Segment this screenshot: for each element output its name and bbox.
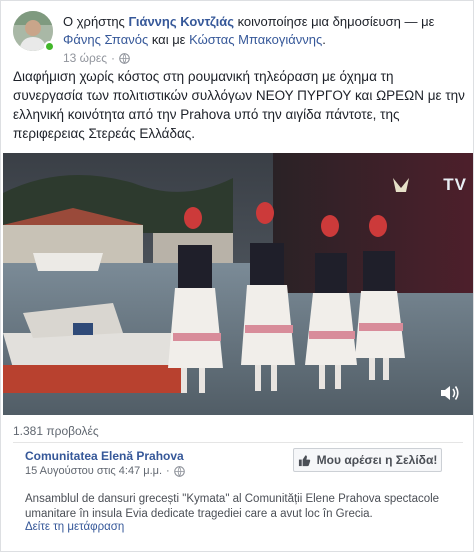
online-status-dot bbox=[44, 41, 55, 52]
header-and: και με bbox=[148, 32, 190, 47]
post-text: Διαφήμιση χωρίς κόστος στη ρουμανική τηλ… bbox=[13, 69, 465, 141]
shared-description: Ansamblul de dansuri grecești "Kymata" a… bbox=[25, 493, 440, 520]
meta-separator: · bbox=[111, 51, 116, 65]
see-translation-link[interactable]: Δείτε τη μετάφραση bbox=[25, 521, 124, 533]
globe-icon[interactable] bbox=[119, 52, 130, 64]
header-prefix: Ο χρήστης bbox=[63, 14, 129, 29]
divider bbox=[13, 442, 463, 443]
post-card: Ο χρήστης Γιάννης Κοντζιάς κοινοποίησε μ… bbox=[0, 0, 474, 552]
tagged-user-1-link[interactable]: Φάνης Σπανός bbox=[63, 32, 148, 47]
like-page-button[interactable]: Μου αρέσει η Σελίδα! bbox=[293, 448, 442, 472]
timestamp-link[interactable]: 13 ώρες bbox=[63, 51, 107, 65]
shared-date-link[interactable]: 15 Αυγούστου στις 4:47 μ.μ. bbox=[25, 465, 162, 477]
thumbs-up-icon bbox=[298, 454, 310, 466]
volume-icon[interactable] bbox=[439, 383, 461, 403]
view-count: 1.381 προβολές bbox=[13, 424, 99, 438]
tv-channel-logo: TV bbox=[443, 175, 467, 194]
header-end: . bbox=[322, 32, 326, 47]
video-frame bbox=[3, 153, 473, 415]
video-player[interactable]: TV bbox=[3, 153, 473, 415]
header-middle: κοινοποίησε μια δημοσίευση — με bbox=[233, 14, 435, 29]
like-page-label: Μου αρέσει η Σελίδα! bbox=[316, 453, 438, 467]
post-meta: 13 ώρες · bbox=[63, 51, 130, 65]
author-link[interactable]: Γιάννης Κοντζιάς bbox=[128, 14, 234, 29]
post-header-text: Ο χρήστης Γιάννης Κοντζιάς κοινοποίησε μ… bbox=[63, 13, 463, 49]
shared-meta-separator: · bbox=[166, 465, 170, 477]
tagged-user-2-link[interactable]: Κώστας Μπακογιάννης bbox=[189, 32, 322, 47]
globe-icon[interactable] bbox=[173, 465, 185, 477]
